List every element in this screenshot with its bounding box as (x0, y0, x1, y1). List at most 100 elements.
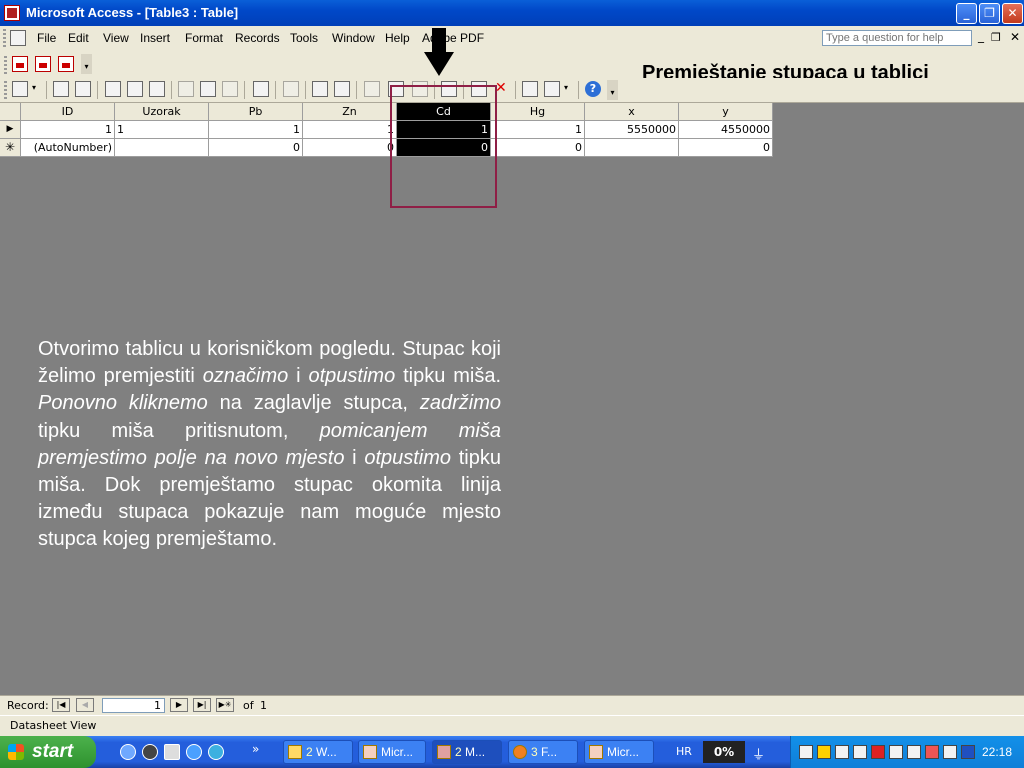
column-header-y[interactable]: y (679, 103, 773, 121)
language-indicator[interactable]: HR (676, 745, 692, 758)
table-cell[interactable] (585, 139, 679, 157)
new-record-button[interactable]: ▶✳ (216, 698, 234, 712)
database-window-icon[interactable] (522, 81, 538, 97)
table-cell[interactable]: 1 (491, 121, 585, 139)
file-search-icon[interactable] (75, 81, 91, 97)
table-cell[interactable]: 0 (491, 139, 585, 157)
column-header-hg[interactable]: Hg (491, 103, 585, 121)
table-cell[interactable]: 1 (21, 121, 115, 139)
column-header-pb[interactable]: Pb (209, 103, 303, 121)
taskbar-group-firefox[interactable]: 3 F... (508, 740, 578, 764)
cut-icon[interactable] (178, 81, 194, 97)
tray-app-icon[interactable] (961, 745, 975, 759)
toolbar-grip[interactable] (4, 56, 7, 74)
menu-records[interactable]: Records (235, 31, 280, 45)
last-record-button[interactable]: ▶| (193, 698, 211, 712)
copy-icon[interactable] (200, 81, 216, 97)
select-all-corner[interactable] (0, 103, 21, 121)
sort-ascending-icon[interactable] (312, 81, 328, 97)
column-header-uzorak[interactable]: Uzorak (115, 103, 209, 121)
tray-app-icon[interactable] (853, 745, 867, 759)
paste-icon[interactable] (222, 81, 238, 97)
taskbar-group-access[interactable]: 2 M... (432, 740, 502, 764)
row-selector-new-record[interactable]: ✳ (0, 139, 21, 157)
restore-button[interactable]: ❐ (979, 3, 1000, 24)
table-cell[interactable]: 1 (209, 121, 303, 139)
doc-minimize-button[interactable]: _ (978, 29, 984, 43)
tray-app-icon[interactable] (907, 745, 921, 759)
start-button[interactable]: start (0, 736, 96, 768)
table-cell[interactable]: 0 (209, 139, 303, 157)
spelling-icon[interactable] (149, 81, 165, 97)
filter-by-selection-icon[interactable] (364, 81, 380, 97)
record-number-input[interactable]: 1 (102, 698, 165, 713)
view-icon[interactable] (12, 81, 28, 97)
menubar-grip[interactable] (3, 29, 6, 47)
doc-restore-button[interactable]: ❐ (991, 31, 1001, 44)
taskbar-task-powerpoint[interactable]: Micr... (584, 740, 654, 764)
toolbar-grip[interactable] (4, 81, 7, 99)
hyperlink-icon[interactable] (283, 81, 299, 97)
previous-record-button[interactable]: ◀ (76, 698, 94, 712)
sort-descending-icon[interactable] (334, 81, 350, 97)
column-header-zn[interactable]: Zn (303, 103, 397, 121)
menu-window[interactable]: Window (332, 31, 375, 45)
menu-insert[interactable]: Insert (140, 31, 170, 45)
pdf-email-icon[interactable] (35, 56, 51, 72)
toolbar-options-icon[interactable]: ▾ (607, 80, 618, 100)
tray-app-icon[interactable] (925, 745, 939, 759)
table-cell[interactable] (115, 139, 209, 157)
menu-help[interactable]: Help (385, 31, 410, 45)
minimize-button[interactable]: _ (956, 3, 977, 24)
pdf-review-icon[interactable] (58, 56, 74, 72)
print-preview-icon[interactable] (127, 81, 143, 97)
table-cell[interactable]: (AutoNumber) (21, 139, 115, 157)
new-object-icon[interactable] (544, 81, 560, 97)
table-window-icon[interactable] (10, 30, 26, 46)
tray-app-icon[interactable] (889, 745, 903, 759)
media-quicklaunch-icon[interactable] (142, 744, 158, 760)
tray-app-icon[interactable] (835, 745, 849, 759)
network-tray-icon[interactable] (799, 745, 813, 759)
security-shield-icon[interactable] (817, 745, 831, 759)
first-record-button[interactable]: |◀ (52, 698, 70, 712)
menu-view[interactable]: View (103, 31, 129, 45)
access-app-icon[interactable] (4, 5, 20, 21)
help-question-input[interactable] (822, 30, 972, 46)
row-selector-current[interactable]: ▶ (0, 121, 21, 139)
table-cell[interactable]: 0 (303, 139, 397, 157)
taskbar-group-explorer[interactable]: 2 W... (283, 740, 353, 764)
new-object-dropdown-icon[interactable]: ▾ (564, 83, 568, 92)
desktop-quicklaunch-icon[interactable] (164, 744, 180, 760)
menu-edit[interactable]: Edit (68, 31, 89, 45)
menu-tools[interactable]: Tools (290, 31, 318, 45)
table-cell[interactable]: 1 (303, 121, 397, 139)
table-cell[interactable]: 5550000 (585, 121, 679, 139)
tray-app-icon[interactable] (943, 745, 957, 759)
skype-quicklaunch-icon[interactable] (208, 744, 224, 760)
clock[interactable]: 22:18 (982, 745, 1012, 759)
column-header-x[interactable]: x (585, 103, 679, 121)
power-plug-icon[interactable]: ⏚ (752, 744, 765, 763)
table-cell[interactable]: 4550000 (679, 121, 773, 139)
toolbar-options-icon[interactable]: ▾ (81, 54, 92, 74)
close-button[interactable]: ✕ (1002, 3, 1023, 24)
column-header-id[interactable]: ID (21, 103, 115, 121)
messenger-quicklaunch-icon[interactable] (186, 744, 202, 760)
undo-icon[interactable] (253, 81, 269, 97)
quicklaunch-overflow-icon[interactable]: » (252, 742, 259, 756)
pdf-convert-icon[interactable] (12, 56, 28, 72)
menu-file[interactable]: File (37, 31, 56, 45)
doc-close-button[interactable]: ✕ (1010, 30, 1020, 44)
view-dropdown-icon[interactable]: ▾ (32, 83, 36, 92)
cpu-meter[interactable]: 0% (703, 741, 745, 763)
next-record-button[interactable]: ▶ (170, 698, 188, 712)
table-cell[interactable]: 1 (115, 121, 209, 139)
table-cell[interactable]: 0 (679, 139, 773, 157)
help-icon[interactable]: ? (585, 81, 601, 97)
antivirus-tray-icon[interactable] (871, 745, 885, 759)
print-icon[interactable] (105, 81, 121, 97)
menu-format[interactable]: Format (185, 31, 223, 45)
save-icon[interactable] (53, 81, 69, 97)
taskbar-task-word[interactable]: Micr... (358, 740, 426, 764)
